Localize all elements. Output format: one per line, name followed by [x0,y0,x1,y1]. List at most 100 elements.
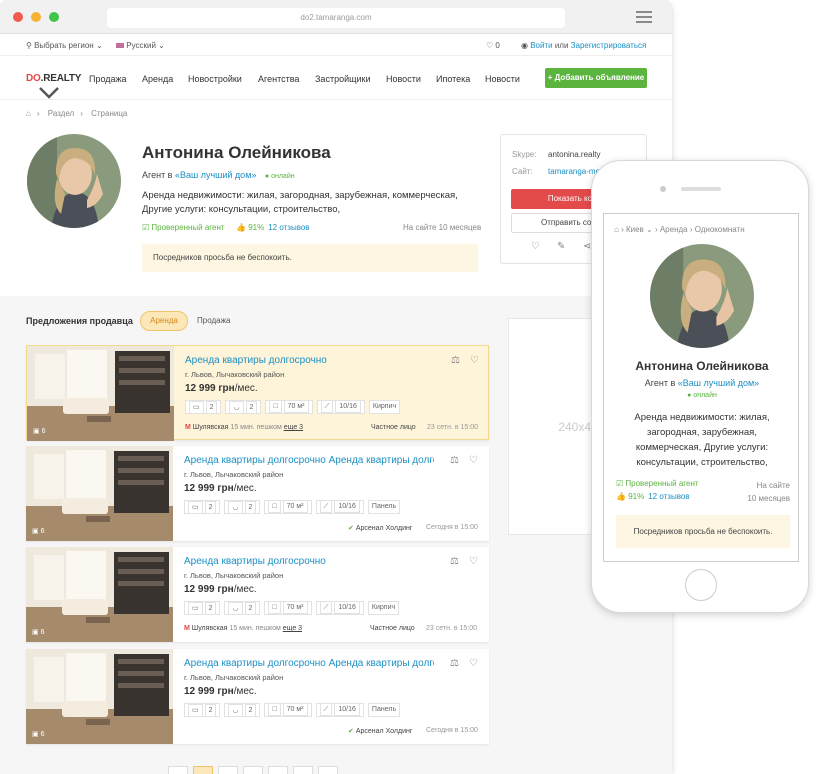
breadcrumb-item[interactable]: Киев [626,225,644,234]
nav-item-mortgage[interactable]: Ипотека [436,74,470,84]
nav-item-sale[interactable]: Продажа [89,74,127,84]
listing-card[interactable]: ▣ 6 Аренда квартиры долгосрочно ⚖ ♡ г. Львов… [26,547,489,642]
site-link[interactable]: tamaranga-me [548,167,600,176]
listing-photo[interactable]: ▣ 6 [27,346,174,441]
listing-title[interactable]: Аренда квартиры долгосрочно [185,355,435,366]
checkbox-icon: ☑ [142,223,150,232]
camera-icon: ▣ [32,731,39,738]
register-link[interactable]: Зарегистрироваться [571,41,647,50]
listing-price: 12 999 грн/мес. [185,383,258,394]
pagination-page[interactable] [268,766,288,774]
reviews-link[interactable]: 12 отзывов [648,492,689,501]
tab-rent[interactable]: Аренда [140,311,188,331]
profile-description: Аренда недвижимости: жилая, загородная, … [634,412,770,468]
listing-date: Сегодня в 15:00 [426,727,478,734]
stairs-icon: ⟋ [319,601,333,614]
compare-icon[interactable]: ⚖ [451,355,460,366]
tab-sale[interactable]: Продажа [197,316,230,325]
seller: ✔ Арсенал Холдинг [348,525,413,532]
compare-icon[interactable]: ⚖ [450,556,459,567]
listing-address: г. Львов, Лычаковский район [184,571,284,580]
heart-icon: ♡ [486,41,494,50]
add-listing-button[interactable]: + Добавить объявление [545,68,647,88]
metro-info: M Шулявская 15 мин. пешком еще 3 [184,625,303,632]
agency-link[interactable]: «Ваш лучший дом» [678,378,759,388]
baths-feature: ◡ 2 [224,601,261,615]
heart-icon[interactable]: ♡ [470,355,479,366]
listing-card[interactable]: ▣ 6 Аренда квартиры долгосрочно Аренда кв… [26,649,489,744]
pencil-icon[interactable]: ✎ [557,241,565,252]
nav-item-agencies[interactable]: Агентства [258,74,299,84]
breadcrumb-item[interactable]: Однокомнатн [695,225,745,234]
nav-item-developers[interactable]: Застройщики [315,74,371,84]
breadcrumb-item[interactable]: Аренда [660,225,688,234]
reviews-link[interactable]: 12 отзывов [268,223,309,232]
browser-window: do2.tamaranga.com ⚲ Выбрать регион ⌄ Рус… [0,0,672,774]
stairs-icon: ⟋ [319,703,333,716]
listing-photo[interactable]: ▣ 6 [26,649,173,744]
login-link[interactable]: Войти [530,41,552,50]
listing-card[interactable]: ▣ 6 Аренда квартиры долгосрочно ⚖ ♡ г. Львов… [26,345,489,441]
nav-item-news-2[interactable]: Новости [485,74,520,84]
heart-icon[interactable]: ♡ [469,455,478,466]
pagination-page[interactable] [293,766,313,774]
pagination-prev[interactable] [168,766,188,774]
listing-photo[interactable]: ▣ 6 [26,547,173,642]
compare-icon[interactable]: ⚖ [450,658,459,669]
browser-chrome: do2.tamaranga.com [0,0,672,34]
home-button[interactable] [685,569,717,601]
menu-icon[interactable] [636,11,652,23]
nav-item-news[interactable]: Новости [386,74,421,84]
heart-icon[interactable]: ♡ [469,556,478,567]
more-metro-link[interactable]: еще 3 [284,424,303,431]
area-feature: □ 70 м² [264,703,312,717]
photo-count: ▣ 6 [32,528,45,535]
verified-badge: ☑ Проверенный агент [142,223,225,232]
favorites-link[interactable]: ♡ 0 [486,41,500,50]
breadcrumb: ⌂ › Киев ⌄ › Аренда › Однокомнатн [614,225,745,234]
heart-icon[interactable]: ♡ [469,658,478,669]
area-icon: □ [269,400,282,413]
home-icon[interactable]: ⌂ [26,109,31,118]
pagination-page[interactable] [193,766,213,774]
minimize-dot-icon[interactable] [31,12,41,22]
listing-address: г. Львов, Лычаковский район [184,470,284,479]
floor-feature: ⟋ 10/16 [315,500,364,514]
address-bar[interactable]: do2.tamaranga.com [107,8,565,28]
nav-item-rent[interactable]: Аренда [142,74,173,84]
online-status: ● онлайн [264,173,295,180]
heart-icon[interactable]: ♡ [531,241,540,252]
avatar [650,244,754,348]
camera-icon: ▣ [32,528,39,535]
compare-icon[interactable]: ⚖ [450,455,459,466]
more-metro-link[interactable]: еще 3 [283,625,302,632]
pagination-next[interactable] [318,766,338,774]
stairs-icon: ⟋ [320,400,334,413]
seller: Частное лицо [370,625,415,632]
speaker-icon [681,187,721,191]
listing-title[interactable]: Аренда квартиры долгосрочно Аренда кварт… [184,455,434,466]
breadcrumb: ⌂ › Раздел › Страница [26,109,128,118]
close-dot-icon[interactable] [13,12,23,22]
maximize-dot-icon[interactable] [49,12,59,22]
rating: 👍 91% 12 отзывов [616,492,690,501]
listing-date: 23 сетн. в 15:00 [426,625,478,632]
floor-feature: ⟋ 10/16 [315,601,364,615]
nav-item-newbuildings[interactable]: Новостройки [188,74,242,84]
listing-title[interactable]: Аренда квартиры долгосрочно [184,556,434,567]
notice-box: Посредников просьба не беспокоить. [616,515,790,548]
breadcrumb-item[interactable]: Раздел [48,109,74,118]
listing-card[interactable]: ▣ 6 Аренда квартиры долгосрочно Аренда кв… [26,446,489,541]
agency-link[interactable]: «Ваш лучший дом» [175,170,256,180]
material-feature: Панель [367,500,401,514]
listing-photo[interactable]: ▣ 6 [26,446,173,541]
pagination-page[interactable] [243,766,263,774]
phone-mockup: ⌂ › Киев ⌄ › Аренда › Однокомнатн Антони… [591,160,809,613]
region-select[interactable]: ⚲ Выбрать регион ⌄ [26,41,103,50]
listing-title[interactable]: Аренда квартиры долгосрочно Аренда кварт… [184,658,434,669]
pagination-page[interactable] [218,766,238,774]
language-select[interactable]: Русский ⌄ [116,41,165,50]
listing-price: 12 999 грн/мес. [184,686,257,697]
logo[interactable]: DO.REALTY [26,68,81,99]
home-icon[interactable]: ⌂ [614,225,619,234]
